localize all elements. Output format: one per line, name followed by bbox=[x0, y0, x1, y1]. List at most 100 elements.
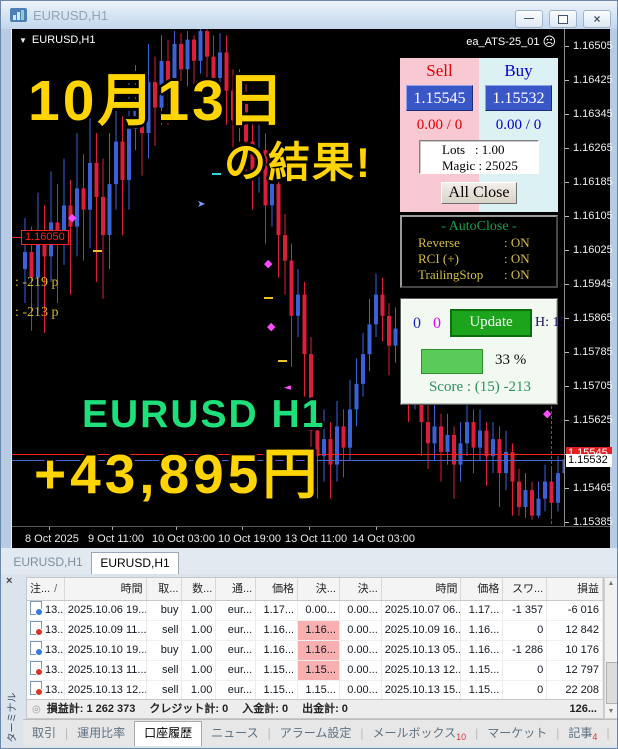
date-axis-tick bbox=[309, 527, 310, 530]
table-cell: 1.15... bbox=[298, 661, 340, 680]
table-row[interactable]: 13...2025.10.06 19...buy1.00eur...1.17..… bbox=[27, 601, 603, 621]
price-axis-tick bbox=[565, 352, 569, 353]
table-cell: 0.00... bbox=[340, 621, 382, 640]
price-axis-label: 1.16265 bbox=[573, 142, 613, 154]
price-axis-tick bbox=[565, 216, 569, 217]
order-dot bbox=[35, 608, 43, 616]
autoclose-title: - AutoClose - bbox=[402, 219, 556, 235]
column-header[interactable]: 時間 bbox=[382, 578, 462, 600]
update-button[interactable]: Update bbox=[450, 309, 532, 337]
column-header[interactable]: 取... bbox=[147, 578, 183, 600]
all-close-button[interactable]: All Close bbox=[441, 182, 517, 204]
lots-magic-box: Lots : 1.00Magic : 25025 bbox=[419, 140, 539, 174]
lots-line: Lots : 1.00 bbox=[442, 142, 504, 157]
price-axis-label: 1.15785 bbox=[573, 346, 613, 358]
chart-plot[interactable]: ◆➤◆◆◄◆ ▼EURUSD,H1 ea_ATS-25_01☹ 10月13日 の… bbox=[12, 29, 565, 526]
table-cell: buy bbox=[147, 641, 183, 660]
column-header[interactable]: 注.../ bbox=[27, 578, 65, 600]
summary-row: ◎損益計: 1 262 373クレジット計: 0入金計: 0出金計: 0 126… bbox=[26, 699, 604, 719]
dash-marker-icon bbox=[212, 173, 221, 175]
column-header[interactable]: 価格 bbox=[256, 578, 298, 600]
column-header[interactable]: 通... bbox=[216, 578, 256, 600]
terminal-tab[interactable]: 口座履歴 bbox=[134, 721, 202, 746]
chart-window-icon bbox=[10, 8, 27, 22]
table-cell: 13... bbox=[27, 621, 65, 640]
close-button[interactable]: × bbox=[583, 10, 611, 28]
terminal-close-icon[interactable]: × bbox=[6, 575, 12, 587]
terminal-tab[interactable]: 取引 bbox=[23, 722, 65, 746]
restore-button[interactable] bbox=[549, 10, 577, 28]
overlay-headline-result: の結果! bbox=[224, 129, 372, 190]
scroll-thumb[interactable] bbox=[606, 662, 618, 704]
table-row[interactable]: 13...2025.10.09 11...sell1.00eur...1.16.… bbox=[27, 621, 603, 641]
trade-panel: Sell 1.15545 0.00 / 0 Buy 1.15532 0.00 /… bbox=[400, 58, 558, 212]
buy-label: Buy bbox=[479, 61, 558, 81]
scroll-down-icon[interactable]: ▼ bbox=[605, 706, 617, 718]
table-row[interactable]: 13...2025.10.10 19...buy1.00eur...1.16..… bbox=[27, 641, 603, 661]
table-cell: sell bbox=[147, 621, 183, 640]
ea-name: ea_ATS-25_01 bbox=[466, 36, 539, 48]
price-axis-tick bbox=[565, 114, 569, 115]
chart-tab[interactable]: EURUSD,H1 bbox=[7, 552, 89, 573]
sell-order-icon bbox=[30, 681, 42, 695]
terminal-tab[interactable]: 運用比率 bbox=[68, 722, 134, 746]
column-header[interactable]: 時間 bbox=[65, 578, 147, 600]
table-cell: 22 208 bbox=[547, 681, 603, 700]
order-dot bbox=[35, 648, 43, 656]
summary-item: 出金計: 0 bbox=[302, 703, 348, 715]
table-row[interactable]: 13...2025.10.13 11...sell1.00eur...1.15.… bbox=[27, 661, 603, 681]
date-axis-tick bbox=[176, 527, 177, 530]
table-row[interactable]: 13...2025.10.13 12...sell1.00eur...1.15.… bbox=[27, 681, 603, 701]
terminal-tab[interactable]: アラーム設定 bbox=[271, 722, 361, 746]
table-cell: 1.00 bbox=[182, 661, 216, 680]
buy-price-button[interactable]: 1.15532 bbox=[485, 85, 552, 111]
chevron-down-icon[interactable]: ▼ bbox=[19, 36, 27, 45]
column-header[interactable]: 価格 bbox=[461, 578, 503, 600]
terminal-tab[interactable]: メールボックス10 bbox=[363, 722, 475, 746]
sell-order-icon bbox=[30, 661, 42, 675]
table-cell: 0 bbox=[503, 621, 547, 640]
column-header[interactable]: スワ... bbox=[503, 578, 547, 600]
table-cell: 13... bbox=[27, 641, 65, 660]
column-header[interactable]: 決... bbox=[340, 578, 382, 600]
table-cell: 2025.10.13 05... bbox=[382, 641, 462, 660]
table-cell: 0.00... bbox=[298, 601, 340, 620]
column-header[interactable]: 決... bbox=[298, 578, 340, 600]
date-axis: 8 Oct 20259 Oct 11:0010 Oct 03:0010 Oct … bbox=[12, 526, 610, 549]
summary-right-value: 126... bbox=[569, 700, 597, 718]
terminal-tab[interactable]: ニュース bbox=[202, 722, 267, 746]
terminal-tab[interactable]: マーケット bbox=[478, 722, 556, 746]
column-header[interactable]: 損益 bbox=[547, 578, 603, 600]
autoclose-setting-label: RCI (+) bbox=[418, 251, 504, 267]
autoclose-row: RCI (+): ON bbox=[402, 251, 556, 267]
scroll-up-icon[interactable]: ▲ bbox=[605, 578, 617, 590]
minimize-button[interactable]: — bbox=[515, 10, 543, 28]
terminal-tab[interactable]: 記事4 bbox=[559, 722, 606, 746]
progress-bar bbox=[421, 349, 483, 374]
hours-label: H: 15 bbox=[535, 315, 565, 331]
price-axis-label: 1.15865 bbox=[573, 312, 613, 324]
terminal-tab[interactable]: ライブラリ bbox=[610, 722, 618, 746]
table-cell: eur... bbox=[216, 681, 256, 700]
column-header[interactable]: 数... bbox=[182, 578, 216, 600]
price-axis-tick bbox=[565, 488, 569, 489]
magic-line: Magic : 25025 bbox=[442, 158, 518, 173]
autoclose-row: Reverse: ON bbox=[402, 235, 556, 251]
table-cell: 0.00... bbox=[340, 601, 382, 620]
terminal-vertical-tab[interactable]: ターミナル bbox=[4, 685, 17, 743]
bid-price-tag: 1.15532 bbox=[566, 454, 612, 467]
ea-smiley-icon[interactable]: ☹ bbox=[542, 34, 556, 49]
mt4-window: EURUSD,H1 — × ◆➤◆◆◄◆ ▼EURUSD,H1 ea_ATS-2… bbox=[0, 0, 618, 749]
price-axis-label: 1.16185 bbox=[573, 176, 613, 188]
tab-badge: 4 bbox=[592, 732, 597, 742]
table-cell: 1.16... bbox=[298, 641, 340, 660]
table-scrollbar[interactable]: ▲ ▼ bbox=[604, 577, 618, 719]
table-cell: -1 286 bbox=[503, 641, 547, 660]
autoclose-setting-value: : ON bbox=[504, 267, 530, 283]
sell-price-button[interactable]: 1.15545 bbox=[406, 85, 473, 111]
table-cell: buy bbox=[147, 601, 183, 620]
table-cell: 0 bbox=[503, 681, 547, 700]
window-titlebar[interactable]: EURUSD,H1 — × bbox=[1, 1, 618, 29]
price-axis-tick bbox=[565, 420, 569, 421]
chart-tab[interactable]: EURUSD,H1 bbox=[91, 552, 179, 574]
